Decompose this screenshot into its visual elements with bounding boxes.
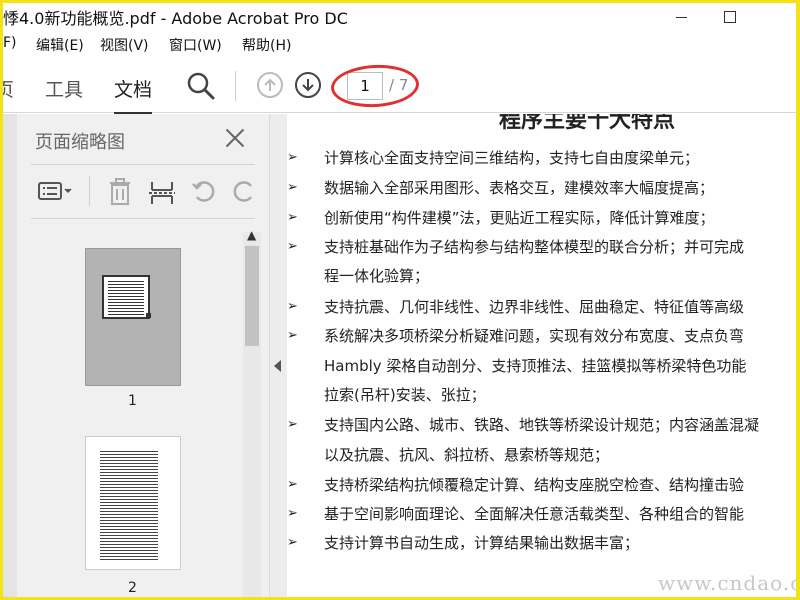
menu-window[interactable]: 窗口(W) — [169, 35, 222, 55]
viewport-resize-handle[interactable] — [146, 313, 151, 318]
document-heading: 程序主要十大特点 — [499, 114, 676, 133]
document-line: 支持计算书自动生成，计算结果输出数据丰富； — [324, 534, 640, 552]
bullet-icon: ➢ — [287, 535, 298, 550]
close-icon[interactable] — [223, 126, 247, 150]
thumbnail-content — [100, 451, 158, 561]
bullet-icon: ➢ — [287, 417, 298, 432]
thumbnail-viewport-box[interactable] — [102, 275, 150, 319]
thumbnails-panel: 页面缩略图 1 2 ▲ — [3, 114, 287, 597]
bullet-icon: ➢ — [287, 506, 298, 521]
title-bar: 悸4.0新功能概览.pdf - Adobe Acrobat Pro DC — [3, 3, 796, 31]
trash-icon[interactable] — [107, 178, 137, 205]
document-line: 支持抗震、几何非线性、边界非线性、屈曲稳定、特征值等高级 — [324, 298, 745, 316]
previous-page-button[interactable] — [257, 72, 283, 98]
minimize-button[interactable] — [659, 3, 705, 31]
thumbnail-label-1: 1 — [128, 393, 137, 409]
window-title: 悸4.0新功能概览.pdf - Adobe Acrobat Pro DC — [3, 9, 348, 28]
arrow-up-icon — [264, 78, 276, 91]
panel-splitter[interactable] — [269, 114, 287, 597]
page-thumbnail-2[interactable] — [85, 436, 181, 570]
document-line: 基于空间影响面理论、全面解决任意活载类型、各种组合的智能 — [324, 505, 745, 523]
rotate-right-icon[interactable] — [231, 178, 261, 204]
menu-help[interactable]: 帮助(H) — [242, 35, 291, 55]
toolbar-separator — [235, 71, 236, 101]
bullet-icon: ➢ — [287, 210, 298, 225]
scrollbar-thumb[interactable] — [245, 246, 259, 346]
menu-edit[interactable]: 编辑(E) — [36, 35, 84, 55]
extract-pages-icon[interactable] — [149, 178, 179, 204]
document-line: Hambly 梁格自动剖分、支持顶推法、挂篮模拟等桥梁特色功能 — [324, 357, 747, 375]
menu-file[interactable]: F) — [3, 35, 17, 51]
tab-home-partial[interactable]: 页 — [3, 75, 14, 102]
page-thumbnail-1[interactable] — [85, 248, 181, 386]
document-line: 以及抗震、抗风、斜拉桥、悬索桥等规范； — [324, 446, 610, 464]
next-page-button[interactable] — [295, 72, 321, 98]
site-watermark: www.cndao.com — [658, 571, 796, 595]
document-line: 计算核心全面支持空间三维结构，支持七自由度梁单元； — [324, 149, 700, 167]
document-line: 支持桩基础作为子结构参与结构整体模型的联合分析；并可完成 — [324, 238, 745, 256]
thumbnail-content — [108, 281, 144, 315]
rotate-left-icon[interactable] — [191, 178, 221, 204]
menu-bar: F) 编辑(E) 视图(V) 窗口(W) 帮助(H) — [3, 31, 796, 57]
document-line: 程一体化验算； — [324, 267, 430, 285]
panel-title: 页面缩略图 — [35, 132, 125, 153]
bullet-icon: ➢ — [287, 299, 298, 314]
left-rail — [3, 114, 17, 597]
document-view[interactable]: 程序主要十大特点 ➢ 计算核心全面支持空间三维结构，支持七自由度梁单元； ➢ 数… — [287, 114, 796, 597]
bullet-icon: ➢ — [287, 239, 298, 254]
bullet-icon: ➢ — [287, 477, 298, 492]
tab-document[interactable]: 文档 — [114, 75, 153, 114]
arrow-down-icon — [302, 79, 314, 92]
panel-divider — [31, 164, 255, 165]
bullet-icon: ➢ — [287, 150, 298, 165]
panel-divider-2 — [31, 218, 255, 219]
document-line: 拉索(吊杆)安装、张拉； — [324, 386, 486, 404]
tab-tools[interactable]: 工具 — [45, 75, 83, 102]
maximize-button[interactable] — [706, 3, 752, 31]
annotation-ellipse — [329, 62, 421, 110]
thumbnail-label-2: 2 — [128, 580, 137, 596]
screenshot-frame: 悸4.0新功能概览.pdf - Adobe Acrobat Pro DC F) … — [0, 0, 800, 600]
document-line: 创新使用“构件建模”法，更贴近工程实际，降低计算难度； — [324, 209, 715, 227]
menu-view[interactable]: 视图(V) — [100, 35, 149, 55]
thumbnail-scrollbar[interactable] — [243, 232, 261, 597]
search-icon[interactable] — [186, 71, 216, 101]
panel-toolbar-separator — [89, 176, 90, 206]
main-toolbar: 页 工具 文档 1 / 7 — [3, 57, 796, 114]
document-line: 系统解决多项桥梁分析疑难问题，实现有效分布宽度、支点负弯 — [324, 327, 745, 345]
document-line: 支持国内公路、城市、铁路、地铁等桥梁设计规范；内容涵盖混凝 — [324, 416, 760, 434]
bullet-icon: ➢ — [287, 180, 298, 195]
document-line: 数据输入全部采用图形、表格交互，建模效率大幅度提高； — [324, 179, 715, 197]
scroll-up-arrow-icon[interactable]: ▲ — [247, 228, 256, 242]
document-line: 支持桥梁结构抗倾覆稳定计算、结构支座脱空检查、结构撞击验 — [324, 476, 745, 494]
thumbnail-options-icon[interactable] — [37, 178, 72, 204]
collapse-panel-icon[interactable] — [274, 360, 281, 372]
bullet-icon: ➢ — [287, 328, 298, 343]
